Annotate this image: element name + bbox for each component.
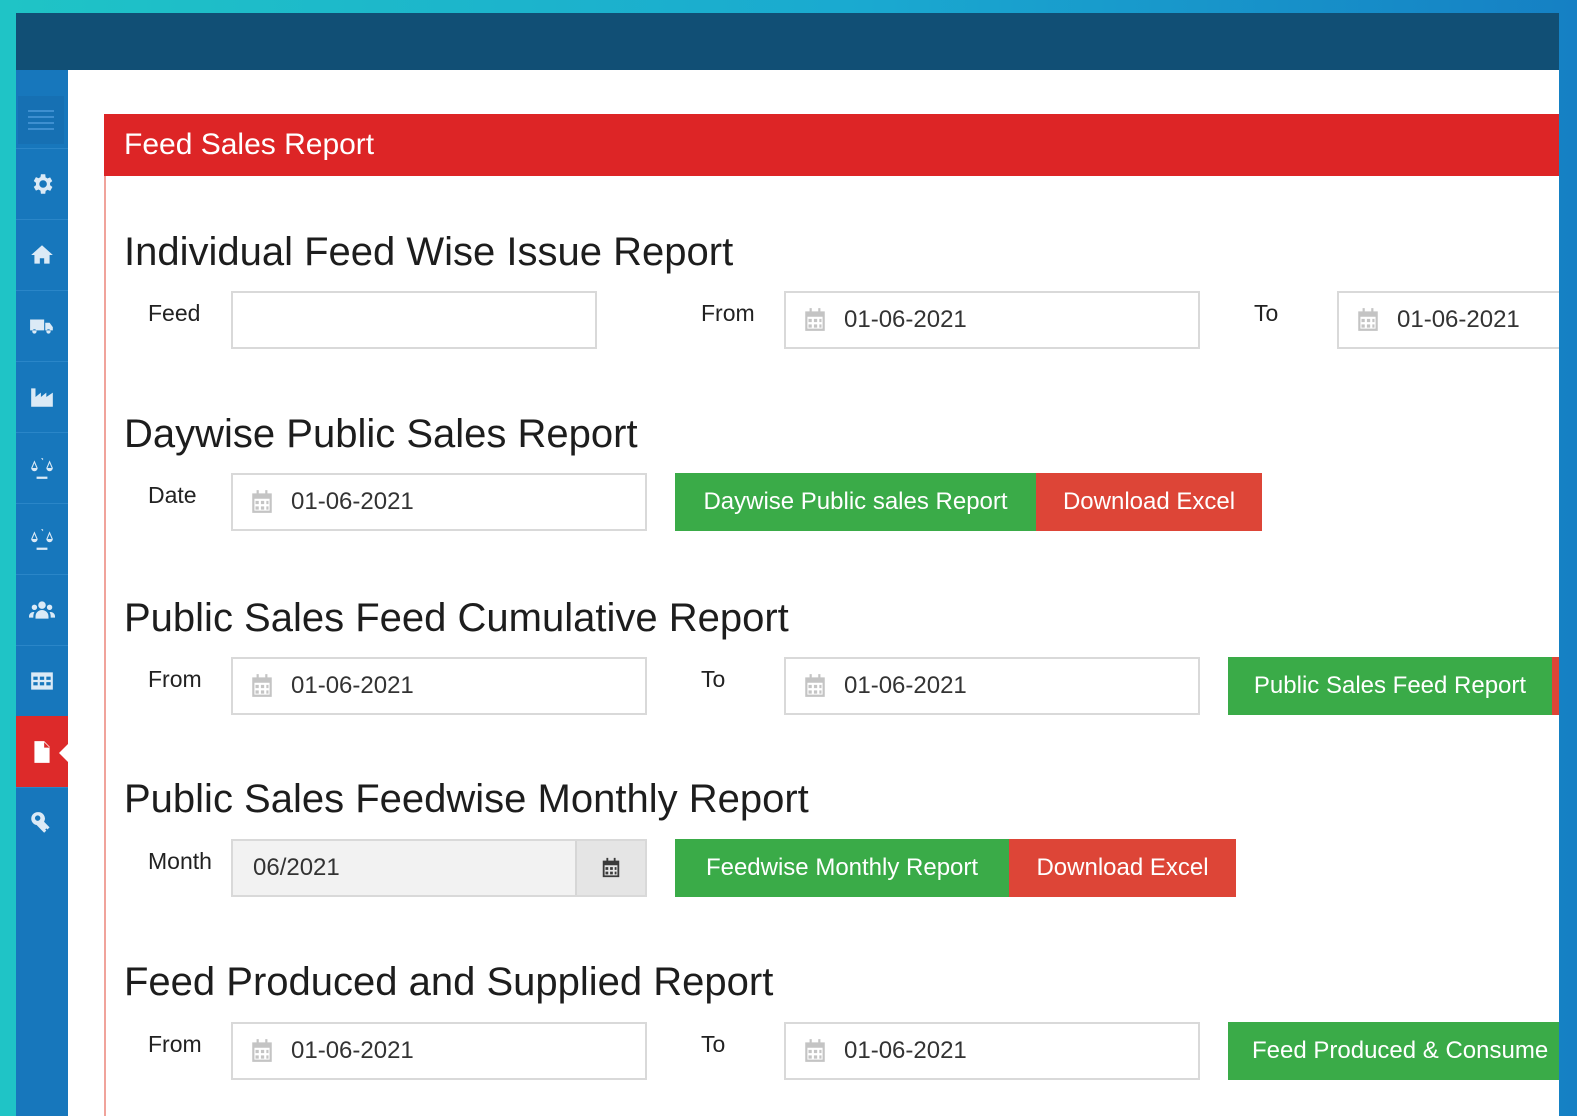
public-sales-feed-report-button[interactable]: Public Sales Feed Report [1228, 657, 1552, 715]
daywise-download-excel-button[interactable]: Download Excel [1036, 473, 1262, 531]
balance-scale-icon [31, 529, 53, 550]
section-title-daywise: Daywise Public Sales Report [124, 412, 638, 456]
from-date-input[interactable]: 01-06-2021 [784, 291, 1200, 349]
balance-scale-icon [31, 458, 53, 479]
month-label: Month [148, 848, 212, 874]
from-date-input[interactable]: 01-06-2021 [231, 1022, 647, 1080]
calendar-icon [602, 857, 620, 878]
calendar-icon [802, 307, 828, 333]
section-title-cumulative: Public Sales Feed Cumulative Report [124, 596, 789, 640]
file-icon [34, 741, 50, 763]
feed-label: Feed [148, 300, 201, 326]
section-title-produced-supplied: Feed Produced and Supplied Report [124, 960, 774, 1004]
menu-toggle-button[interactable] [18, 96, 64, 144]
home-icon [31, 245, 53, 264]
calendar-picker-button[interactable] [575, 841, 645, 895]
sidebar-item-reports[interactable] [16, 716, 69, 787]
to-date-input[interactable]: 01-06-2021 [784, 657, 1200, 715]
daywise-report-button[interactable]: Daywise Public sales Report [675, 473, 1036, 531]
cumulative-download-excel-button[interactable] [1552, 657, 1559, 715]
sidebar-item-table[interactable] [16, 645, 68, 716]
month-value: 06/2021 [253, 854, 340, 881]
calendar-icon [249, 673, 275, 699]
to-date-value: 01-06-2021 [844, 1037, 967, 1064]
date-label: Date [148, 482, 197, 508]
key-icon [31, 812, 50, 833]
factory-icon [31, 388, 53, 407]
to-label: To [701, 666, 726, 692]
hamburger-icon [28, 110, 54, 130]
sidebar-item-settings[interactable] [16, 148, 68, 219]
to-date-input[interactable]: 01-06-2021 [784, 1022, 1200, 1080]
gear-icon [33, 174, 53, 194]
monthly-download-excel-button[interactable]: Download Excel [1009, 839, 1236, 897]
from-date-value: 01-06-2021 [844, 306, 967, 333]
sidebar-item-key[interactable] [16, 787, 68, 858]
calendar-icon [249, 489, 275, 515]
section-title-individual-feed: Individual Feed Wise Issue Report [124, 230, 734, 274]
date-value: 01-06-2021 [291, 488, 414, 515]
app-window: Feed Sales Report Individual Feed Wise I… [16, 13, 1559, 1116]
truck-icon [30, 319, 53, 334]
sidebar-item-balance-2[interactable] [16, 503, 68, 574]
from-date-value: 01-06-2021 [291, 672, 414, 699]
calendar-icon [802, 673, 828, 699]
main-content: Feed Sales Report Individual Feed Wise I… [68, 70, 1559, 1116]
feed-select[interactable] [231, 291, 597, 349]
top-navbar [16, 13, 1559, 70]
section-title-monthly: Public Sales Feedwise Monthly Report [124, 777, 809, 821]
sidebar-item-users[interactable] [16, 574, 68, 645]
date-input[interactable]: 01-06-2021 [231, 473, 647, 531]
feedwise-monthly-report-button[interactable]: Feedwise Monthly Report [675, 839, 1009, 897]
from-label: From [701, 300, 755, 326]
to-label: To [1254, 300, 1279, 326]
sidebar-item-truck[interactable] [16, 290, 68, 361]
sidebar-item-balance-1[interactable] [16, 432, 68, 503]
to-date-input[interactable]: 01-06-2021 [1337, 291, 1559, 349]
from-date-value: 01-06-2021 [291, 1037, 414, 1064]
from-label: From [148, 666, 202, 692]
sidebar [16, 70, 69, 1116]
to-label: To [701, 1031, 726, 1057]
users-icon [29, 601, 55, 619]
panel-title: Feed Sales Report [104, 114, 1559, 176]
feed-produced-consume-button[interactable]: Feed Produced & Consume [1228, 1022, 1559, 1080]
table-icon [31, 672, 53, 690]
from-label: From [148, 1031, 202, 1057]
sidebar-item-factory[interactable] [16, 361, 68, 432]
calendar-icon [1355, 307, 1381, 333]
month-input[interactable]: 06/2021 [231, 839, 647, 897]
sidebar-item-home[interactable] [16, 219, 68, 290]
from-date-input[interactable]: 01-06-2021 [231, 657, 647, 715]
to-date-value: 01-06-2021 [1397, 306, 1520, 333]
to-date-value: 01-06-2021 [844, 672, 967, 699]
calendar-icon [802, 1038, 828, 1064]
calendar-icon [249, 1038, 275, 1064]
report-panel: Feed Sales Report Individual Feed Wise I… [104, 114, 1559, 1116]
